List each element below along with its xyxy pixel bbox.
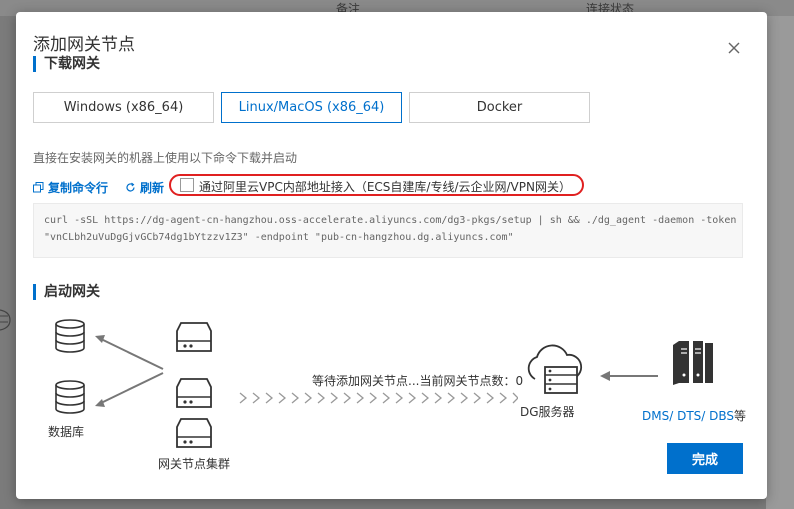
command-line-2: "vnCLbh2uVuDgGjvGCb74dg1bYtzzv1Z3" -endp…	[44, 232, 514, 243]
copy-icon	[33, 182, 44, 193]
background-panel	[766, 16, 794, 509]
background-icon	[0, 309, 11, 331]
server-cluster-icon	[176, 322, 212, 448]
dms-server-icon	[673, 341, 713, 385]
arrow-left-icon	[600, 371, 658, 381]
gateway-diagram: 数据库 网关节点集群 等待添加网关节点...当前网关节点数：0 DG服务器 DM…	[16, 307, 767, 477]
dms-link[interactable]: DMS	[642, 409, 669, 423]
dg-server-label: DG服务器	[520, 405, 575, 419]
arrow-icon	[95, 335, 164, 407]
cluster-label: 网关节点集群	[158, 457, 231, 471]
database-label: 数据库	[48, 425, 85, 439]
vpc-access-label[interactable]: 通过阿里云VPC内部地址接入（ECS自建库/专线/云企业网/VPN网关）	[199, 178, 571, 195]
tab-linux-macos[interactable]: Linux/MacOS (x86_64)	[221, 92, 402, 123]
add-gateway-dialog: 添加网关节点 下载网关 Windows (x86_64) Linux/MacOS…	[16, 12, 767, 499]
refresh-button[interactable]: 刷新	[125, 179, 164, 196]
command-line-1: curl -sSL https://dg-agent-cn-hangzhou.o…	[44, 215, 737, 226]
dbs-link[interactable]: DBS	[709, 409, 734, 423]
section-start-title: 启动网关	[33, 284, 100, 300]
refresh-label: 刷新	[140, 181, 165, 195]
copy-command-label: 复制命令行	[48, 181, 109, 195]
refresh-icon	[126, 182, 135, 192]
section-download-title: 下载网关	[33, 56, 100, 72]
copy-command-button[interactable]: 复制命令行	[33, 179, 108, 196]
dialog-title: 添加网关节点	[33, 35, 135, 55]
dg-server-icon	[527, 344, 583, 394]
install-command-box[interactable]: curl -sSL https://dg-agent-cn-hangzhou.o…	[33, 203, 743, 258]
tab-docker[interactable]: Docker	[409, 92, 590, 123]
etc-label: 等	[734, 409, 747, 423]
chevron-flow-icon	[239, 392, 518, 404]
vpc-access-checkbox[interactable]	[180, 178, 194, 192]
dts-link[interactable]: DTS	[677, 409, 701, 423]
close-icon[interactable]	[726, 40, 742, 56]
tab-windows[interactable]: Windows (x86_64)	[33, 92, 214, 123]
database-icon	[55, 380, 85, 414]
install-hint: 直接在安装网关的机器上使用以下命令下载并启动	[33, 151, 298, 165]
database-icon	[55, 319, 85, 353]
done-button[interactable]: 完成	[667, 443, 743, 474]
waiting-status-text: 等待添加网关节点...当前网关节点数：0	[312, 374, 524, 388]
dms-dts-dbs-label: DMS/ DTS/ DBS等	[642, 409, 747, 423]
